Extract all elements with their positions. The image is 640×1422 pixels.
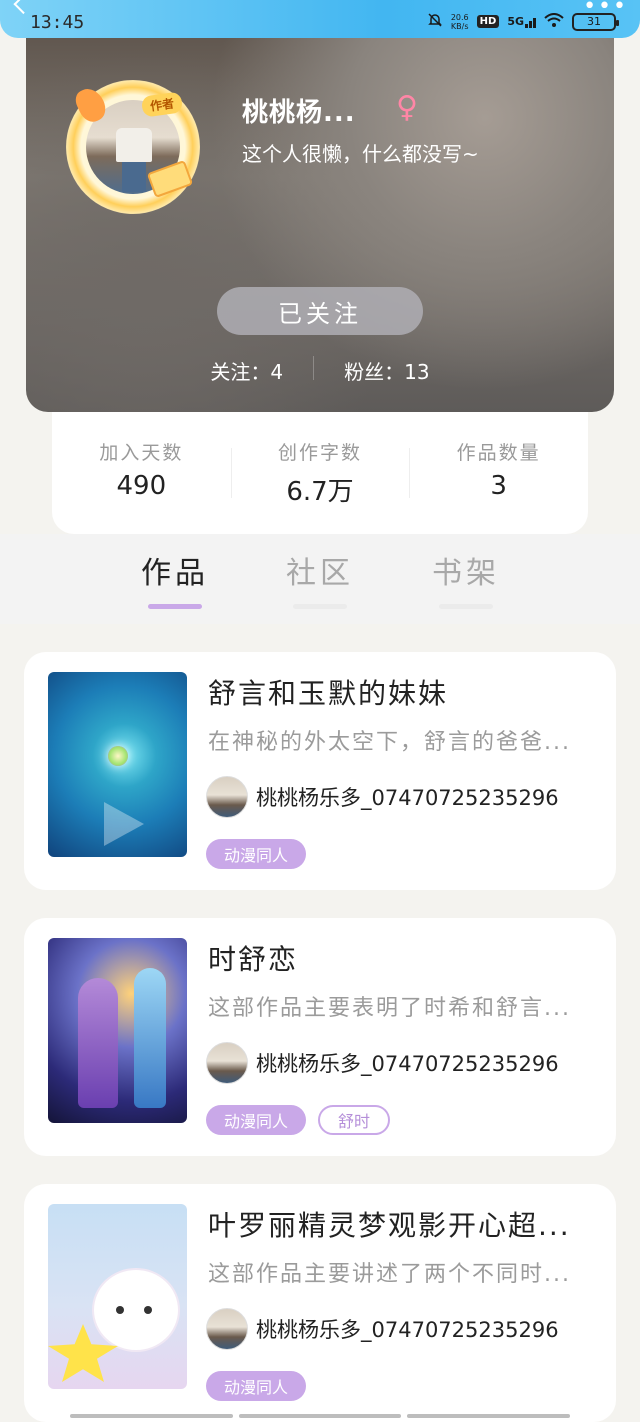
- tab-indicator: [439, 604, 493, 609]
- signal-5g-icon: 5G: [507, 15, 536, 28]
- stat-word-count: 创作字数 6.7万: [230, 438, 410, 534]
- stat-join-days: 加入天数 490: [52, 438, 231, 534]
- stat-label: 加入天数: [99, 442, 184, 464]
- following-count[interactable]: 关注：4: [210, 356, 283, 385]
- author-avatar[interactable]: 作者: [66, 80, 200, 214]
- author-avatar-small: [206, 1042, 248, 1084]
- work-title: 时舒恋: [208, 943, 299, 976]
- author-avatar-small: [206, 1308, 248, 1350]
- mute-bell-icon: [427, 12, 443, 31]
- work-description: 这部作品主要表明了时希和舒言...: [208, 996, 571, 1021]
- work-card[interactable]: 时舒恋 这部作品主要表明了时希和舒言... 桃桃杨乐多_074707252352…: [24, 918, 616, 1156]
- stat-work-count: 作品数量 3: [409, 438, 588, 534]
- bunny-illustration: [94, 1270, 178, 1350]
- work-tags: 动漫同人: [206, 839, 307, 869]
- tab-indicator: [148, 604, 202, 609]
- character-figure: [134, 968, 166, 1108]
- work-card[interactable]: 舒言和玉默的妹妹 在神秘的外太空下，舒言的爸爸... 桃桃杨乐多_0747072…: [24, 652, 616, 890]
- work-cover: [48, 1204, 187, 1389]
- female-icon: ♀: [396, 90, 418, 125]
- work-cover: [48, 672, 187, 857]
- tab-label: 作品: [141, 556, 209, 591]
- tab-indicator: [293, 604, 347, 609]
- more-icon[interactable]: •••: [583, 0, 628, 19]
- tag[interactable]: 舒时: [318, 1105, 391, 1135]
- work-tags: 动漫同人: [206, 1371, 307, 1401]
- author-name: 桃桃杨乐多_07470725235296: [256, 786, 559, 810]
- stat-value: 6.7万: [286, 477, 354, 507]
- work-card[interactable]: 叶罗丽精灵梦观影开心超... 这部作品主要讲述了两个不同时... 桃桃杨乐多_0…: [24, 1184, 616, 1422]
- hd-icon: HD: [476, 15, 500, 28]
- profile-bio: 这个人很懒，什么都没写~: [242, 142, 479, 166]
- tab-label: 社区: [286, 556, 354, 591]
- profile-header: 作者 桃桃杨... ♀ 这个人很懒，什么都没写~ 已关注 关注：4 粉丝：13: [26, 20, 614, 412]
- author-avatar-small: [206, 776, 248, 818]
- tab-bookshelf[interactable]: 书架: [416, 548, 516, 609]
- followers-count[interactable]: 粉丝：13: [344, 356, 429, 385]
- author-stats-card: 加入天数 490 创作字数 6.7万 作品数量 3: [52, 412, 588, 534]
- work-title: 叶罗丽精灵梦观影开心超...: [208, 1209, 571, 1242]
- stat-label: 创作字数: [278, 442, 363, 464]
- network-speed: 20.6 KB/s: [450, 12, 469, 31]
- work-cover: [48, 938, 187, 1123]
- tab-bar: 作品 社区 书架: [0, 534, 640, 624]
- tab-community[interactable]: 社区: [270, 548, 370, 609]
- work-description: 这部作品主要讲述了两个不同时...: [208, 1262, 571, 1287]
- tag[interactable]: 动漫同人: [206, 1105, 307, 1135]
- wifi-icon: [544, 13, 564, 30]
- stat-value: 490: [116, 471, 167, 501]
- divider: [313, 356, 315, 380]
- home-indicator: [70, 1414, 571, 1418]
- follow-stats: 关注：4 粉丝：13: [26, 356, 614, 385]
- status-bar: 13:45 20.6 KB/s HD 5G 31: [0, 0, 640, 38]
- work-tags: 动漫同人 舒时: [206, 1105, 391, 1135]
- play-icon: [104, 802, 144, 846]
- followed-button[interactable]: 已关注: [217, 287, 423, 335]
- orb-icon: [108, 746, 128, 766]
- work-author: 桃桃杨乐多_07470725235296: [206, 776, 559, 818]
- tag[interactable]: 动漫同人: [206, 1371, 307, 1401]
- work-description: 在神秘的外太空下，舒言的爸爸...: [208, 730, 571, 755]
- author-name: 桃桃杨乐多_07470725235296: [256, 1318, 559, 1342]
- work-author: 桃桃杨乐多_07470725235296: [206, 1042, 559, 1084]
- character-figure: [78, 978, 118, 1108]
- profile-name: 桃桃杨...: [242, 98, 356, 128]
- tag[interactable]: 动漫同人: [206, 839, 307, 869]
- stat-label: 作品数量: [456, 442, 541, 464]
- stat-value: 3: [490, 471, 507, 501]
- tab-label: 书架: [432, 556, 500, 591]
- author-name: 桃桃杨乐多_07470725235296: [256, 1052, 559, 1076]
- status-time: 13:45: [30, 12, 85, 33]
- work-title: 舒言和玉默的妹妹: [208, 677, 449, 710]
- work-author: 桃桃杨乐多_07470725235296: [206, 1308, 559, 1350]
- tab-works[interactable]: 作品: [125, 548, 225, 609]
